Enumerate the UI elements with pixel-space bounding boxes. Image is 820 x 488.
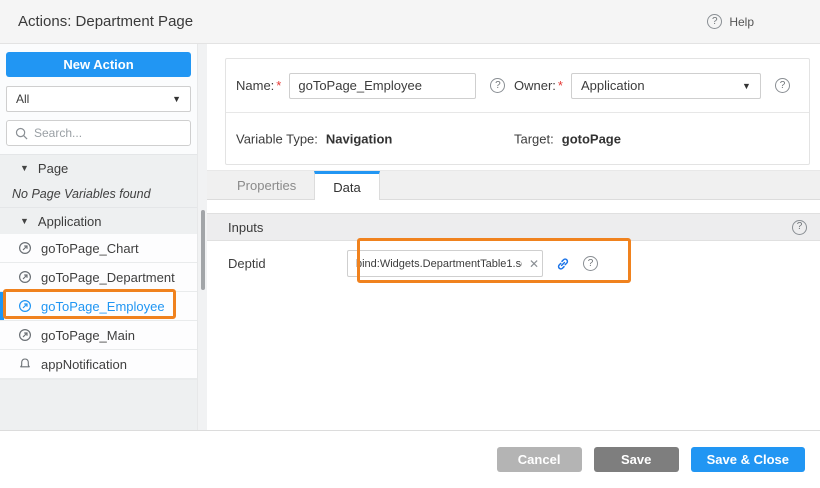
sidebar-item-label: goToPage_Main bbox=[41, 328, 135, 343]
name-field-group: Name:* ? bbox=[236, 73, 505, 99]
save-and-close-button[interactable]: Save & Close bbox=[691, 447, 805, 472]
help-icon: ? bbox=[707, 14, 722, 29]
dialog-header: Actions: Department Page ? Help bbox=[0, 0, 820, 44]
tab-data[interactable]: Data bbox=[314, 171, 379, 200]
section-header-application[interactable]: ▼ Application bbox=[0, 207, 197, 234]
help-label: Help bbox=[729, 15, 754, 29]
sidebar-item-appnotification[interactable]: appNotification bbox=[0, 350, 197, 379]
sidebar-item-label: goToPage_Chart bbox=[41, 241, 139, 256]
filter-selected-value: All bbox=[16, 92, 29, 106]
page-empty-message: No Page Variables found bbox=[0, 181, 197, 207]
variable-filter-select[interactable]: All ▼ bbox=[6, 86, 191, 112]
inputs-section-header: Inputs ? bbox=[207, 213, 820, 241]
sidebar-scrollbar[interactable] bbox=[197, 44, 207, 430]
search-input[interactable] bbox=[34, 126, 174, 140]
help-icon[interactable]: ? bbox=[583, 256, 598, 271]
sidebar-item-label: appNotification bbox=[41, 357, 127, 372]
input-param-label: Deptid bbox=[207, 256, 347, 271]
sidebar-scrollbar-thumb[interactable] bbox=[201, 210, 205, 290]
sidebar-filler bbox=[0, 379, 197, 430]
bind-expression-input[interactable] bbox=[347, 250, 543, 277]
collapse-arrow-icon: ▼ bbox=[20, 216, 29, 226]
actions-dialog: Actions: Department Page ? Help New Acti… bbox=[0, 0, 820, 488]
tab-properties[interactable]: Properties bbox=[219, 171, 314, 199]
sidebar-item-label: goToPage_Department bbox=[41, 270, 175, 285]
required-marker: * bbox=[276, 78, 281, 93]
bind-link-icon[interactable] bbox=[555, 256, 571, 272]
sidebar-item-gotopage-department[interactable]: goToPage_Department bbox=[0, 263, 197, 292]
target-label: Target: bbox=[514, 132, 554, 147]
navigation-variable-icon bbox=[18, 270, 32, 284]
navigation-variable-icon bbox=[18, 241, 32, 255]
sidebar-item-label: goToPage_Employee bbox=[41, 299, 165, 314]
inputs-title: Inputs bbox=[228, 220, 263, 235]
owner-select[interactable]: Application ▼ bbox=[571, 73, 761, 99]
dialog-footer: Cancel Save Save & Close bbox=[0, 430, 820, 488]
variables-sidebar: New Action All ▼ ▼ Page No Page Variable… bbox=[0, 44, 197, 430]
variable-type-label: Variable Type: bbox=[236, 132, 318, 147]
name-input[interactable] bbox=[289, 73, 476, 99]
clear-binding-icon[interactable]: ✕ bbox=[529, 258, 539, 270]
help-icon[interactable]: ? bbox=[775, 78, 790, 93]
section-header-page[interactable]: ▼ Page bbox=[0, 154, 197, 181]
new-action-button[interactable]: New Action bbox=[6, 52, 191, 77]
variable-type-value: Navigation bbox=[326, 132, 392, 147]
chevron-down-icon: ▼ bbox=[172, 94, 181, 104]
bind-input-box: ✕ bbox=[347, 250, 543, 277]
sidebar-item-gotopage-main[interactable]: goToPage_Main bbox=[0, 321, 197, 350]
action-detail-panel: Name:* ? Owner:* Application ▼ ? Variabl… bbox=[207, 44, 820, 430]
notification-variable-icon bbox=[18, 357, 32, 371]
name-label: Name:* bbox=[236, 78, 281, 93]
save-button[interactable]: Save bbox=[594, 447, 679, 472]
target-value: gotoPage bbox=[562, 132, 621, 147]
collapse-arrow-icon: ▼ bbox=[20, 163, 29, 173]
action-summary-form: Name:* ? Owner:* Application ▼ ? Variabl… bbox=[225, 58, 810, 165]
selected-indicator-bar bbox=[0, 292, 4, 320]
detail-tab-bar: Properties Data bbox=[207, 170, 820, 200]
required-marker: * bbox=[558, 78, 563, 93]
owner-field-group: Owner:* Application ▼ ? bbox=[514, 73, 790, 99]
navigation-variable-icon bbox=[18, 328, 32, 342]
form-row-type-target: Variable Type: Navigation Target: gotoPa… bbox=[226, 112, 809, 165]
help-icon[interactable]: ? bbox=[490, 78, 505, 93]
target-group: Target: gotoPage bbox=[514, 132, 621, 147]
section-label: Application bbox=[38, 214, 102, 229]
search-box[interactable] bbox=[6, 120, 191, 146]
sidebar-item-gotopage-chart[interactable]: goToPage_Chart bbox=[0, 234, 197, 263]
page-title: Actions: Department Page bbox=[18, 13, 193, 30]
help-icon[interactable]: ? bbox=[792, 220, 807, 235]
form-row-name-owner: Name:* ? Owner:* Application ▼ ? bbox=[226, 59, 809, 112]
chevron-down-icon: ▼ bbox=[742, 81, 751, 91]
owner-label: Owner:* bbox=[514, 78, 563, 93]
help-button[interactable]: ? Help bbox=[707, 14, 754, 29]
cancel-button[interactable]: Cancel bbox=[497, 447, 582, 472]
variable-type-group: Variable Type: Navigation bbox=[236, 132, 392, 147]
input-row-deptid: Deptid ✕ ? bbox=[207, 241, 820, 286]
section-label: Page bbox=[38, 161, 68, 176]
navigation-variable-icon bbox=[18, 299, 32, 313]
search-icon bbox=[15, 127, 28, 140]
sidebar-item-gotopage-employee[interactable]: goToPage_Employee bbox=[0, 292, 197, 321]
owner-selected-value: Application bbox=[581, 78, 645, 93]
bind-field-group: ✕ ? bbox=[347, 250, 598, 277]
